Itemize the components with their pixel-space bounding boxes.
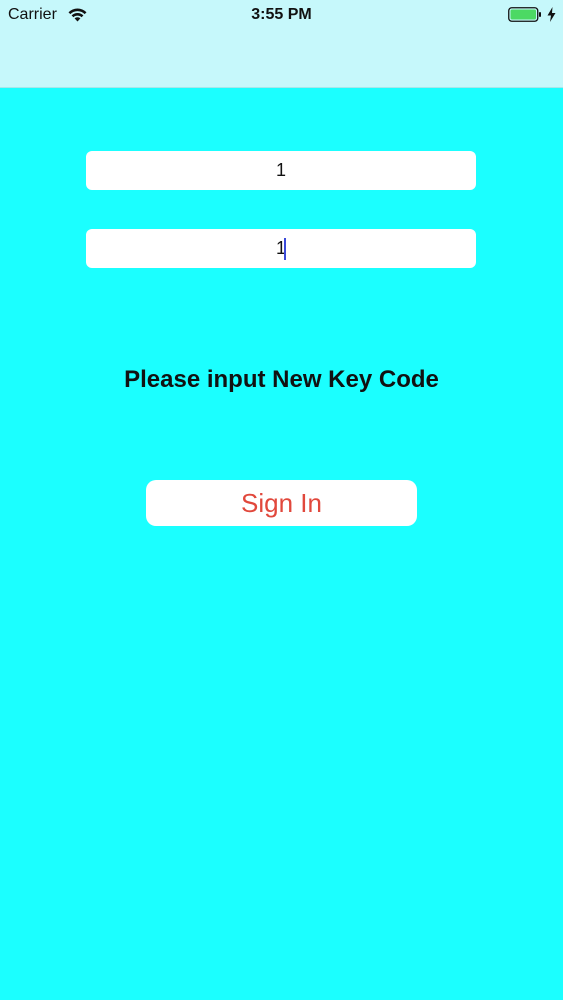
battery-icon (508, 7, 541, 22)
screen: Carrier 3:55 PM Please input New Key Cod… (0, 0, 563, 1000)
sign-in-button[interactable]: Sign In (146, 480, 417, 526)
text-cursor (284, 238, 286, 260)
key-code-field[interactable] (86, 151, 476, 190)
confirm-key-code-field-container (86, 229, 476, 268)
key-code-prompt: Please input New Key Code (124, 366, 439, 393)
confirm-key-code-field[interactable] (86, 229, 476, 268)
charging-bolt-icon (547, 7, 556, 22)
status-time: 3:55 PM (251, 6, 312, 23)
status-bar: Carrier 3:55 PM (0, 0, 563, 30)
